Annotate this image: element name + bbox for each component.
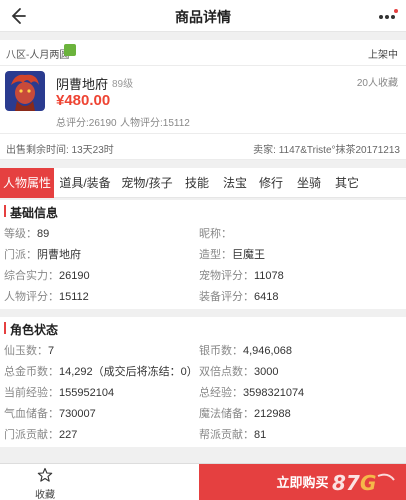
role-status-section: 角色状态 仙玉数：7 银币数：4,946,068 总金币数：14,292（成交后… [0, 317, 406, 447]
server-row: 八区-人月两圆 上架中 [0, 40, 406, 66]
info-school: 门派：阴曹地府 [4, 249, 81, 261]
section-title: 角色状态 [10, 323, 59, 337]
tab-items-equipment[interactable]: 道具/装备 [56, 168, 114, 198]
item-card: 阴曹地府 89级 ¥480.00 总评分:26190 人物评分:15112 20… [0, 66, 406, 134]
info-total-exp: 总经验：3598321074 [199, 387, 305, 399]
info-character-score: 人物评分：15112 [4, 291, 89, 303]
bottom-action-bar: 收藏 立即购买 [0, 463, 406, 500]
section-accent-bar [4, 205, 6, 217]
seller-name: 卖家: 1147&Triste°抹茶20171213 [253, 145, 400, 156]
server-name: 八区-人月两圆 [6, 50, 70, 61]
section-header: 角色状态 [0, 317, 406, 339]
info-appearance: 造型：巨魔王 [199, 249, 265, 261]
info-hp-reserve: 气血储备：730007 [4, 408, 96, 420]
status-badge: 上架中 [368, 50, 398, 61]
info-jade-count: 仙玉数：7 [4, 345, 55, 357]
tab-pets-children[interactable]: 宠物/孩子 [118, 168, 176, 198]
info-current-exp: 当前经验：155952104 [4, 387, 115, 399]
character-score: 人物评分:15112 [120, 118, 190, 129]
tab-others[interactable]: 其它 [330, 168, 364, 198]
info-row: 等级：89 昵称： [0, 222, 406, 243]
tab-treasures[interactable]: 法宝 [218, 168, 252, 198]
tab-mounts[interactable]: 坐骑 [292, 168, 326, 198]
more-dots-icon[interactable] [376, 8, 398, 24]
info-level: 等级：89 [4, 228, 50, 240]
buy-now-button[interactable]: 立即购买 [199, 464, 406, 500]
info-row: 门派贡献：227 帮派贡献：81 [0, 423, 406, 444]
favorite-label: 收藏 [35, 490, 55, 500]
info-school-contribution: 门派贡献：227 [4, 429, 78, 441]
item-name: 阴曹地府 [56, 77, 109, 92]
info-guild-contribution: 帮派贡献：81 [199, 429, 267, 441]
info-double-points: 双倍点数：3000 [199, 366, 279, 378]
section-accent-bar [4, 322, 6, 334]
tab-skills[interactable]: 技能 [180, 168, 214, 198]
info-row: 门派：阴曹地府 造型：巨魔王 [0, 243, 406, 264]
info-row: 气血储备：730007 魔法储备：212988 [0, 402, 406, 423]
info-pet-score: 宠物评分：11078 [199, 270, 284, 282]
top-bar: 商品详情 [0, 0, 406, 32]
basic-info-section: 基础信息 等级：89 昵称： 门派：阴曹地府 造型：巨魔王 综合实力：26190… [0, 200, 406, 309]
info-overall-power: 综合实力：26190 [4, 270, 90, 282]
android-icon [64, 44, 76, 56]
tab-cultivation[interactable]: 修行 [254, 168, 288, 198]
time-left: 出售剩余时间: 13天23时 [6, 145, 114, 156]
info-row: 仙玉数：7 银币数：4,946,068 [0, 339, 406, 360]
section-title: 基础信息 [10, 206, 59, 220]
section-header: 基础信息 [0, 200, 406, 222]
item-level: 89级 [112, 79, 134, 90]
info-row: 人物评分：15112 装备评分：6418 [0, 285, 406, 309]
info-gold-count: 总金币数：14,292（成交后将冻结：0） [4, 366, 198, 378]
favorite-count: 20人收藏 [356, 78, 398, 89]
info-silver-count: 银币数：4,946,068 [199, 345, 292, 357]
page-title: 商品详情 [175, 9, 231, 25]
tab-bar: 人物属性 道具/装备 宠物/孩子 技能 法宝 修行 坐骑 其它 [0, 168, 406, 198]
tab-character-attributes[interactable]: 人物属性 [0, 168, 54, 198]
item-price: ¥480.00 [56, 92, 111, 109]
info-row: 当前经验：155952104 总经验：3598321074 [0, 381, 406, 402]
star-icon [37, 467, 53, 482]
info-row: 综合实力：26190 宠物评分：11078 [0, 264, 406, 285]
info-mp-reserve: 魔法储备：212988 [199, 408, 291, 420]
favorite-button[interactable]: 收藏 [0, 464, 90, 500]
info-nickname: 昵称： [199, 228, 232, 240]
info-row: 总金币数：14,292（成交后将冻结：0） 双倍点数：3000 [0, 360, 406, 381]
total-score: 总评分:26190 [56, 118, 117, 129]
sale-info-row: 出售剩余时间: 13天23时 卖家: 1147&Triste°抹茶2017121… [0, 134, 406, 160]
info-equipment-score: 装备评分：6418 [199, 291, 279, 303]
character-avatar [5, 71, 45, 111]
